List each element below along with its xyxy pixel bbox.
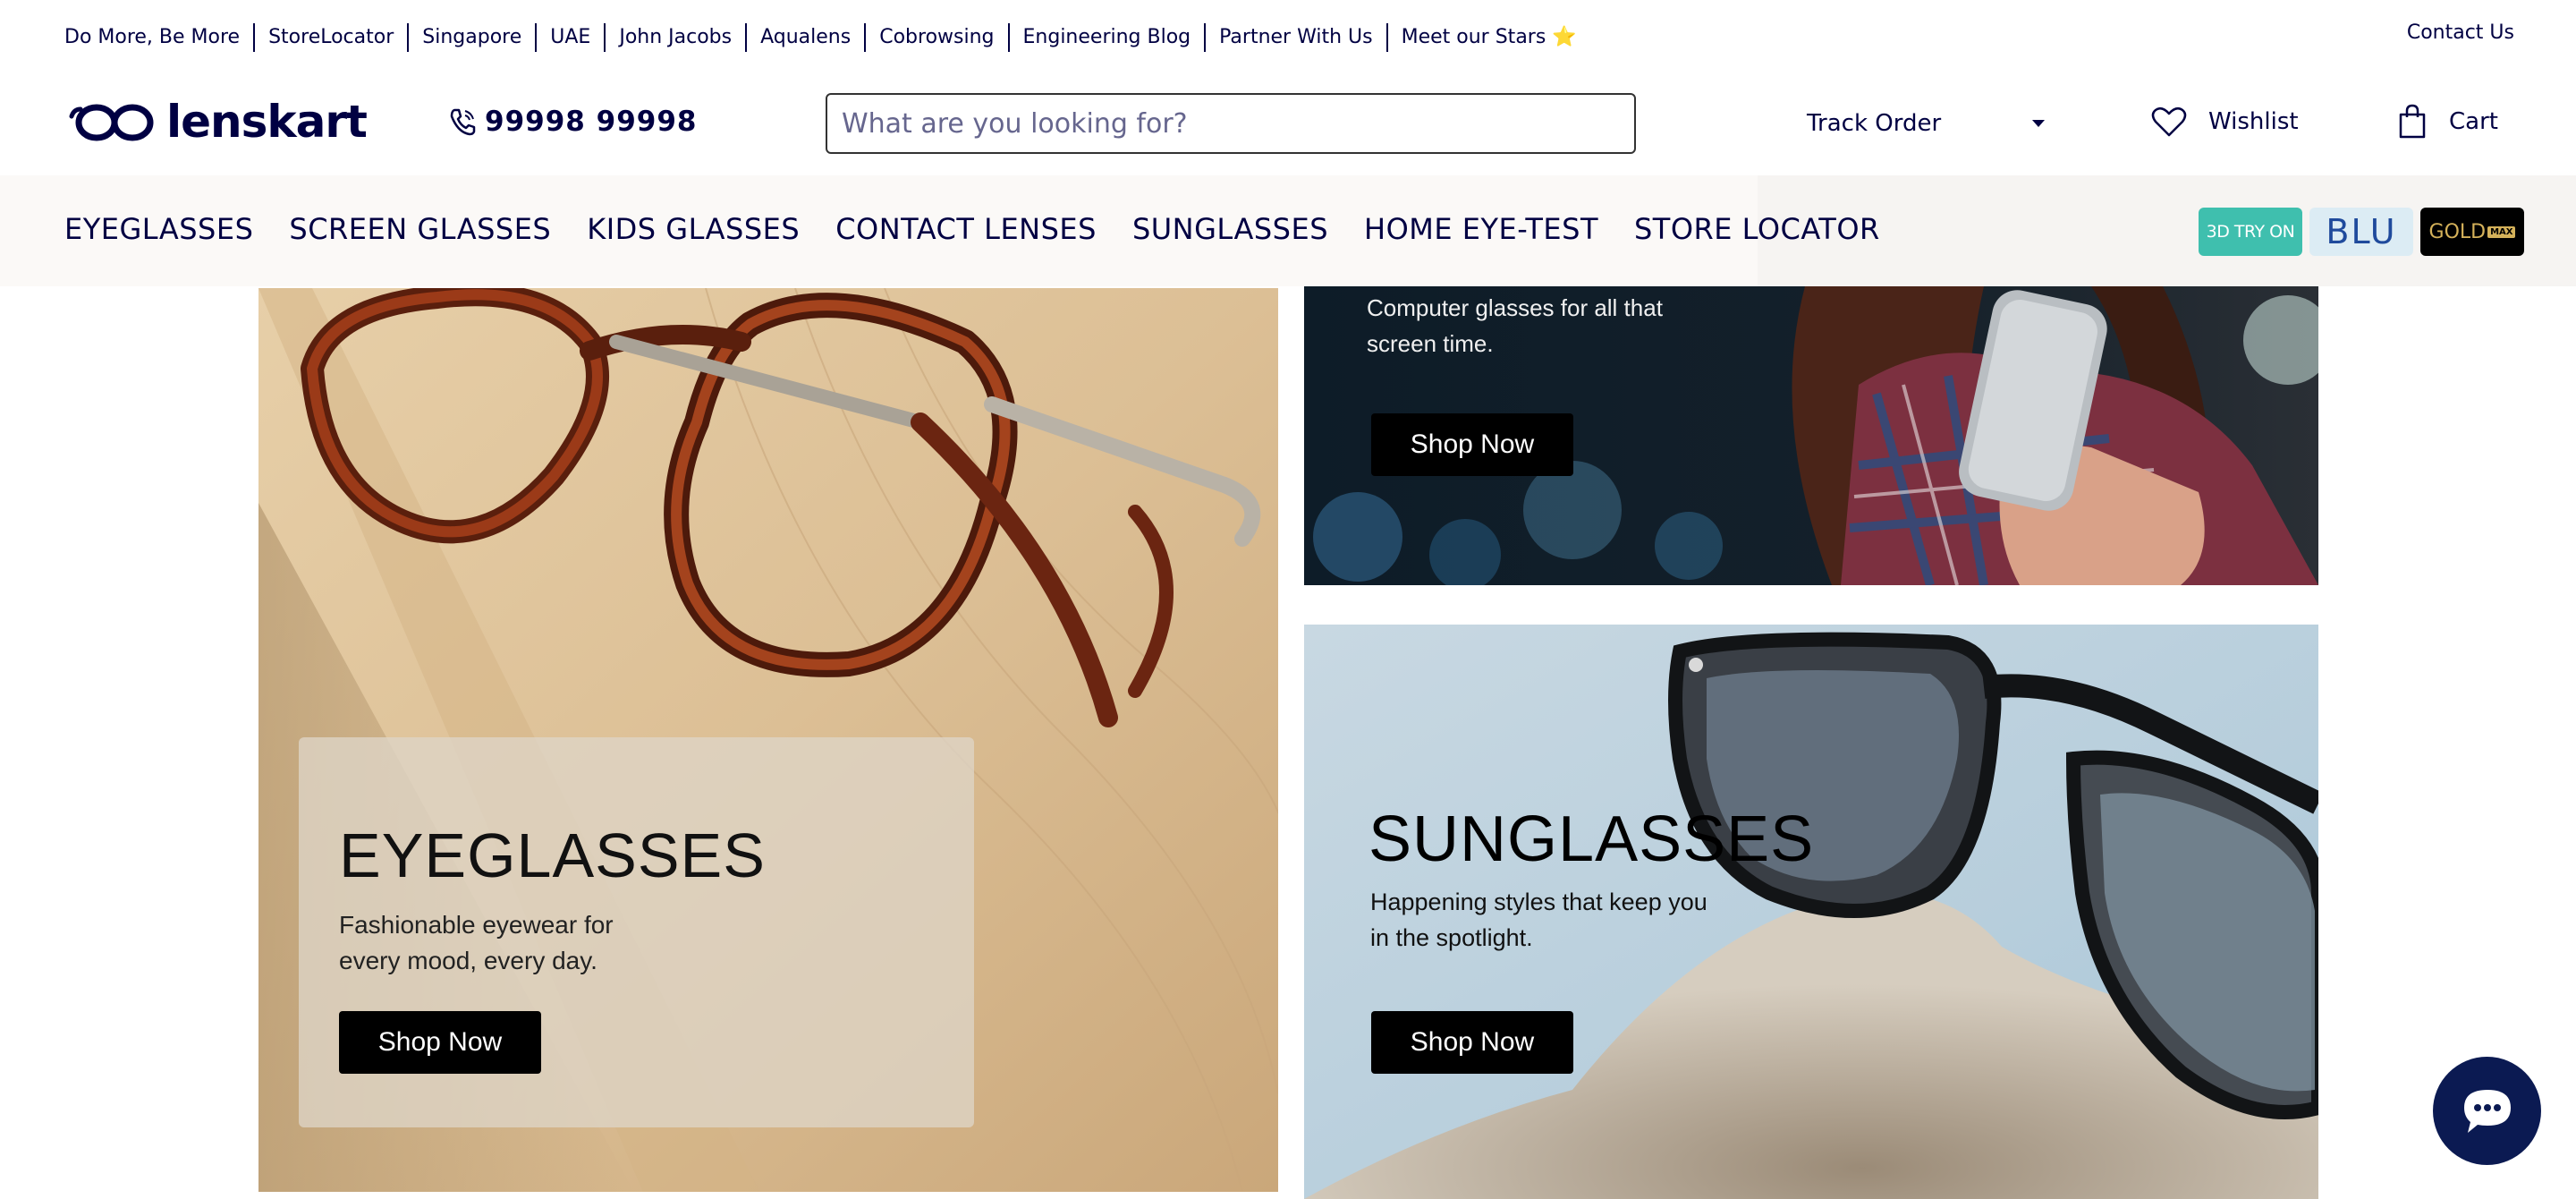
chat-button[interactable] (2433, 1057, 2541, 1165)
eyeglasses-title: EYEGLASSES (339, 821, 766, 890)
wishlist-link[interactable]: Wishlist (2151, 98, 2299, 145)
nav-item-contact-lenses[interactable]: CONTACT LENSES (835, 209, 1097, 249)
gold-label: GOLD (2428, 220, 2487, 243)
chat-bubble-icon (2463, 1089, 2511, 1133)
cart-label: Cart (2449, 108, 2498, 135)
top-link-cobrowsing[interactable]: Cobrowsing (864, 23, 1007, 52)
lenskart-logo[interactable]: lenskart (66, 96, 368, 148)
nav-item-kids-glasses[interactable]: KIDS GLASSES (587, 209, 800, 249)
track-order-dropdown[interactable]: Track Order (1807, 104, 2048, 143)
category-nav: EYEGLASSES SCREEN GLASSES KIDS GLASSES C… (0, 175, 2576, 286)
cart-link[interactable]: Cart (2397, 98, 2498, 145)
feature-badges: 3D TRY ON BLU GOLD MAX (2199, 208, 2524, 256)
track-order-label: Track Order (1807, 110, 1942, 137)
sunglasses-shop-now-button[interactable]: Shop Now (1371, 1011, 1573, 1074)
nav-item-sunglasses[interactable]: SUNGLASSES (1132, 209, 1328, 249)
computer-glasses-subtitle: Computer glasses for all that screen tim… (1367, 294, 1663, 357)
eyeglasses-shop-now-button[interactable]: Shop Now (339, 1011, 541, 1074)
logo-wordmark: lenskart (166, 96, 368, 148)
nav-item-eyeglasses[interactable]: EYEGLASSES (64, 209, 253, 249)
gold-max-label: MAX (2487, 225, 2516, 238)
nav-item-home-eye-test[interactable]: HOME EYE-TEST (1364, 209, 1598, 249)
phone-icon (450, 108, 476, 136)
lenskart-homepage: Do More, Be More StoreLocator Singapore … (0, 0, 2576, 1199)
top-utility-bar: Do More, Be More StoreLocator Singapore … (0, 0, 2576, 75)
top-links: Do More, Be More StoreLocator Singapore … (64, 23, 1590, 52)
eyeglasses-banner[interactable]: EYEGLASSES Fashionable eyewear for every… (258, 288, 1278, 1192)
phone-number[interactable]: 99998 99998 (449, 106, 698, 138)
category-list: EYEGLASSES SCREEN GLASSES KIDS GLASSES C… (64, 209, 1916, 249)
contact-us-link[interactable]: Contact Us (2407, 20, 2514, 47)
top-link-singapore[interactable]: Singapore (407, 23, 535, 52)
shopping-bag-icon (2399, 104, 2426, 139)
top-link-aqualens[interactable]: Aqualens (745, 23, 864, 52)
wishlist-label: Wishlist (2208, 108, 2299, 135)
blu-badge[interactable]: BLU (2309, 208, 2413, 256)
nav-item-store-locator[interactable]: STORE LOCATOR (1634, 209, 1880, 249)
eyeglasses-subtitle: Fashionable eyewear for every mood, ever… (339, 911, 614, 974)
main-header: lenskart 99998 99998 Track Order Wishlis… (0, 75, 2576, 175)
eyeglasses-card: EYEGLASSES Fashionable eyewear for every… (299, 737, 974, 1127)
sunglasses-subtitle: Happening styles that keep you in the sp… (1370, 889, 1707, 951)
caret-down-icon (2032, 120, 2045, 127)
top-link-store-locator[interactable]: StoreLocator (253, 23, 407, 52)
top-link-uae[interactable]: UAE (535, 23, 604, 52)
top-link-do-more[interactable]: Do More, Be More (64, 23, 253, 52)
sunglasses-banner[interactable]: SUNGLASSES Happening styles that keep yo… (1304, 625, 2318, 1199)
top-link-partner[interactable]: Partner With Us (1204, 23, 1385, 52)
gold-max-badge[interactable]: GOLD MAX (2420, 208, 2524, 256)
lenskart-glasses-logo-icon (69, 104, 154, 141)
search-input[interactable] (826, 93, 1636, 154)
3d-try-on-badge[interactable]: 3D TRY ON (2199, 208, 2302, 256)
phone-number-text: 99998 99998 (485, 106, 698, 138)
computer-glasses-shop-now-button[interactable]: Shop Now (1371, 413, 1573, 476)
computer-glasses-banner[interactable]: Computer glasses for all that screen tim… (1304, 286, 2318, 585)
top-link-john-jacobs[interactable]: John Jacobs (604, 23, 745, 52)
top-link-meet-our-stars[interactable]: Meet our Stars ⭐ (1385, 23, 1590, 52)
top-link-engineering-blog[interactable]: Engineering Blog (1007, 23, 1205, 52)
nav-item-screen-glasses[interactable]: SCREEN GLASSES (289, 209, 551, 249)
sunglasses-title: SUNGLASSES (1368, 804, 1815, 875)
heart-icon (2151, 106, 2187, 137)
